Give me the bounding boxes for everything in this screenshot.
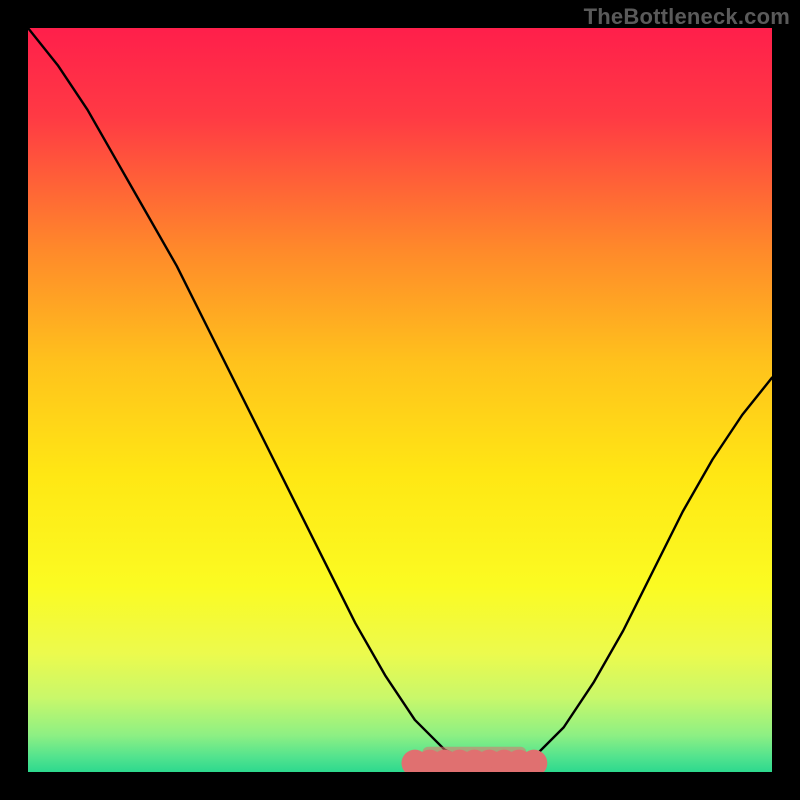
watermark-text: TheBottleneck.com bbox=[584, 4, 790, 30]
chart-svg bbox=[28, 28, 772, 772]
plot-area bbox=[28, 28, 772, 772]
chart-frame: TheBottleneck.com bbox=[0, 0, 800, 800]
